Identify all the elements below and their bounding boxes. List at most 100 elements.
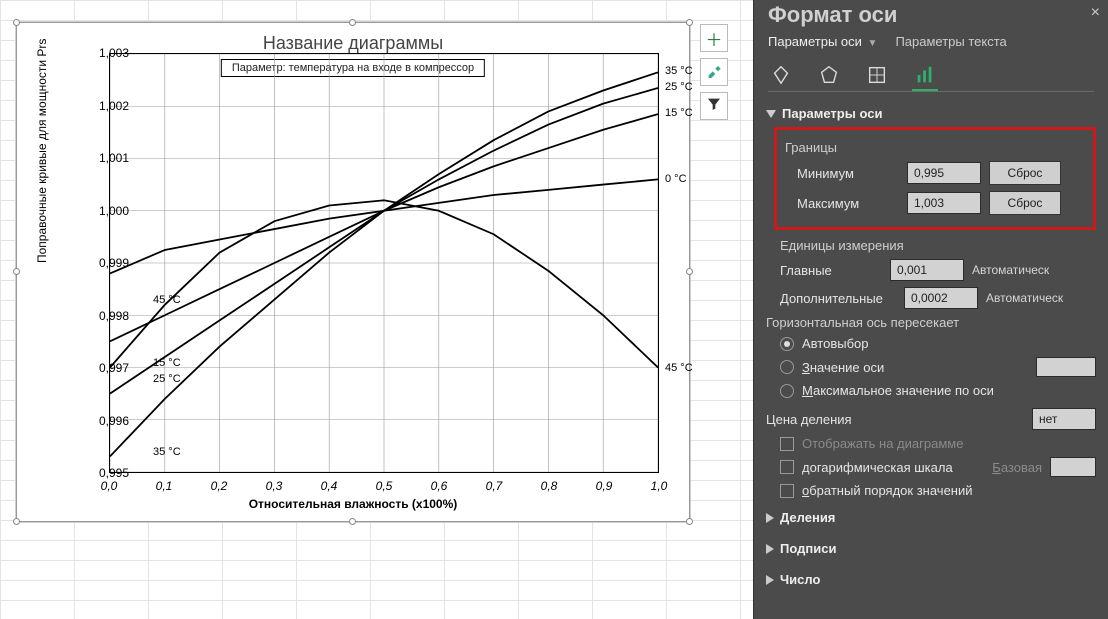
x-tick-label: 0,6 xyxy=(431,479,448,493)
check-label: обратный порядок значений xyxy=(802,483,973,498)
major-unit-auto: Автоматическ xyxy=(972,263,1049,277)
max-label: Максимум xyxy=(783,196,899,211)
min-input[interactable] xyxy=(907,162,981,184)
worksheet-area: Название диаграммы Параметр: температура… xyxy=(0,0,753,619)
hcross-group-label: Горизонтальная ось пересекает xyxy=(766,315,1096,330)
resize-handle[interactable] xyxy=(13,19,20,26)
tab-text-options[interactable]: Параметры текста xyxy=(895,34,1006,49)
resize-handle[interactable] xyxy=(686,268,693,275)
expand-triangle-icon xyxy=(766,513,774,523)
chart-styles-button[interactable] xyxy=(700,58,728,86)
y-tick-label: 0,996 xyxy=(87,414,129,428)
series-end-label: 45 °C xyxy=(665,362,693,374)
y-tick-label: 0,998 xyxy=(87,309,129,323)
minor-unit-input[interactable] xyxy=(904,287,978,309)
section-label: Число xyxy=(780,572,820,587)
x-tick-label: 0,2 xyxy=(211,479,228,493)
resize-handle[interactable] xyxy=(349,19,356,26)
expand-triangle-icon xyxy=(766,575,774,585)
y-tick-label: 1,003 xyxy=(87,46,129,60)
y-tick-label: 0,997 xyxy=(87,361,129,375)
resize-handle[interactable] xyxy=(349,518,356,525)
radio-label: Автовыбор xyxy=(802,336,869,351)
series-end-label: 35 °C xyxy=(665,65,693,77)
x-tick-label: 1,0 xyxy=(651,479,668,493)
series-inline-label: 25 °C xyxy=(153,373,181,385)
radio-icon xyxy=(780,360,794,374)
x-tick-label: 0,8 xyxy=(541,479,558,493)
plot-svg xyxy=(110,54,658,472)
fill-category-icon[interactable] xyxy=(768,65,794,91)
section-labels-header[interactable]: Подписи xyxy=(766,537,1096,560)
expand-triangle-icon xyxy=(766,110,776,118)
checkbox-icon xyxy=(780,484,794,498)
checkbox-icon xyxy=(780,460,794,474)
log-base-input[interactable] xyxy=(1050,457,1096,477)
reverse-order-check[interactable]: обратный порядок значений обратный поряд… xyxy=(780,483,1096,498)
display-units-label: Цена деления xyxy=(766,412,852,427)
series-inline-label: 15 °C xyxy=(153,357,181,369)
show-units-on-chart-check: Отображать на диаграмме xyxy=(780,436,1096,451)
series-end-label: 0 °C xyxy=(665,173,687,185)
close-pane-button[interactable]: × xyxy=(1091,4,1100,22)
expand-triangle-icon xyxy=(766,544,774,554)
section-number-header[interactable]: Число xyxy=(766,568,1096,591)
series-inline-label: 35 °C xyxy=(153,446,181,458)
chart-object[interactable]: Название диаграммы Параметр: температура… xyxy=(16,22,690,522)
y-axis-label[interactable]: Поправочные кривые для мощности Prs xyxy=(35,39,49,263)
x-tick-label: 0,5 xyxy=(376,479,393,493)
resize-handle[interactable] xyxy=(13,268,20,275)
section-label: Параметры оси xyxy=(782,106,882,121)
bounds-highlight: Границы Минимум Сброс Максимум Сброс xyxy=(774,127,1096,230)
hcross-auto-radio[interactable]: Автовыбор xyxy=(780,336,1096,351)
log-base-label: Базовая xyxy=(992,460,1042,475)
chart-filter-button[interactable] xyxy=(700,92,728,120)
log-scale-check[interactable]: догарифмическая шкала догарифмическая шк… xyxy=(780,457,1096,477)
effects-category-icon[interactable] xyxy=(816,65,842,91)
x-axis-label[interactable]: Относительная влажность (x100%) xyxy=(17,497,689,511)
funnel-icon xyxy=(706,96,722,117)
hcross-max-radio[interactable]: Максимальное значение по оси Максимально… xyxy=(780,383,1096,398)
minor-unit-label: Дополнительные xyxy=(766,291,896,306)
y-tick-label: 0,999 xyxy=(87,256,129,270)
tab-axis-options[interactable]: Параметры оси ▼ xyxy=(768,34,877,49)
y-tick-label: 1,000 xyxy=(87,204,129,218)
max-reset-button[interactable]: Сброс xyxy=(989,191,1061,215)
resize-handle[interactable] xyxy=(686,518,693,525)
chevron-down-icon: ▼ xyxy=(868,38,878,49)
x-tick-label: 0,7 xyxy=(486,479,503,493)
check-label: догарифмическая шкала xyxy=(802,460,953,475)
size-category-icon[interactable] xyxy=(864,65,890,91)
section-label: Деления xyxy=(780,510,835,525)
radio-label: Максимальное значение по оси xyxy=(802,383,994,398)
max-input[interactable] xyxy=(907,192,981,214)
y-tick-label: 1,001 xyxy=(87,151,129,165)
section-ticks-header[interactable]: Деления xyxy=(766,506,1096,529)
major-unit-input[interactable] xyxy=(890,259,964,281)
x-tick-label: 0,9 xyxy=(596,479,613,493)
series-end-label: 15 °C xyxy=(665,107,693,119)
display-units-select[interactable] xyxy=(1032,408,1096,430)
section-label: Подписи xyxy=(780,541,836,556)
brush-icon xyxy=(706,62,722,83)
minor-unit-auto: Автоматическ xyxy=(986,291,1063,305)
resize-handle[interactable] xyxy=(686,19,693,26)
hcross-value-input[interactable] xyxy=(1036,357,1096,377)
resize-handle[interactable] xyxy=(13,518,20,525)
units-group-label: Единицы измерения xyxy=(780,238,1096,253)
min-reset-button[interactable]: Сброс xyxy=(989,161,1061,185)
radio-icon xyxy=(780,384,794,398)
chart-quick-toolbar: ＋ xyxy=(700,24,728,120)
plot-area[interactable] xyxy=(109,53,659,473)
axis-options-category-icon[interactable] xyxy=(912,65,938,91)
pane-title: Формат оси xyxy=(768,2,1094,28)
hcross-value-radio[interactable]: ЗЗначение осиначение оси xyxy=(780,357,1096,377)
x-tick-label: 0,3 xyxy=(266,479,283,493)
radio-label: ЗЗначение осиначение оси xyxy=(802,360,884,375)
section-axis-options-header[interactable]: Параметры оси xyxy=(766,102,1096,125)
x-tick-label: 0,0 xyxy=(101,479,118,493)
chart-elements-button[interactable]: ＋ xyxy=(700,24,728,52)
check-label: Отображать на диаграмме xyxy=(802,436,963,451)
x-tick-label: 0,1 xyxy=(156,479,173,493)
plus-icon: ＋ xyxy=(706,26,723,51)
